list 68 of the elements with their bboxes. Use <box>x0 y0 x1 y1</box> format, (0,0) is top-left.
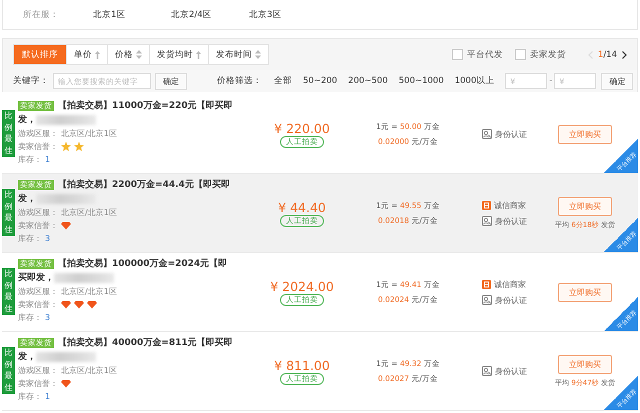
best-ratio-badge: 比例最佳 <box>2 347 15 394</box>
id-card-icon <box>482 366 492 376</box>
page-indicator: 1/14 <box>598 50 617 60</box>
id-card-icon <box>482 295 492 305</box>
server-label: 游戏区服： <box>18 207 58 219</box>
stock-value: 1 <box>45 154 50 166</box>
best-ratio-badge: 比例最佳 <box>2 189 15 236</box>
checkbox[interactable] <box>452 49 463 60</box>
price-filter-label: 价格筛选： <box>217 75 262 87</box>
blurred-text <box>36 352 96 362</box>
blurred-text <box>54 272 114 283</box>
next-page-icon[interactable] <box>622 50 627 58</box>
sort-arrows-icon <box>255 50 261 59</box>
stock-label: 库存： <box>18 233 42 245</box>
keyword-label: 关键字： <box>13 75 49 87</box>
certification-label: 身份认证 <box>495 294 527 306</box>
credit-label: 卖家信誉： <box>18 220 58 232</box>
price-range-option[interactable]: 500~1000 <box>398 76 444 86</box>
confirm-button[interactable]: 确定 <box>601 72 634 90</box>
server-value: 北京区/北京1区 <box>61 207 117 219</box>
checkbox-label: 平台代发 <box>466 48 503 60</box>
server-value: 北京区/北京1区 <box>61 128 117 140</box>
confirm-button[interactable]: 确定 <box>155 72 187 90</box>
stock-value: 1 <box>45 391 50 403</box>
server-option[interactable]: 北京3区 <box>249 8 327 20</box>
server-value: 北京区/北京1区 <box>61 365 117 377</box>
sort-arrows-icon <box>136 50 142 59</box>
stock-label: 库存： <box>18 391 42 403</box>
id-card-icon <box>482 216 492 226</box>
credit-badge-icon <box>482 280 491 288</box>
id-card-icon <box>482 129 492 139</box>
up-arrow-icon <box>196 50 201 58</box>
credit-badge-icon <box>482 200 491 210</box>
server-label: 游戏区服： <box>18 365 58 377</box>
best-ratio-badge: 比例最佳 <box>2 110 15 157</box>
location-label: 所在服： <box>23 8 60 20</box>
server-label: 游戏区服： <box>18 286 58 298</box>
credit-label: 卖家信誉： <box>18 299 58 311</box>
certification-label: 身份认证 <box>495 128 527 140</box>
stock-value: 3 <box>45 312 50 324</box>
price-range-option[interactable]: 50~200 <box>303 76 338 86</box>
stock-label: 库存： <box>18 154 42 166</box>
price: ¥ 44.40 <box>278 200 326 214</box>
price: ¥ 811.00 <box>274 358 330 372</box>
blurred-text <box>36 194 96 204</box>
price: ¥ 220.00 <box>274 120 330 136</box>
checkbox-label: 卖家发货 <box>530 48 566 60</box>
best-ratio-badge: 比例最佳 <box>2 268 15 315</box>
blurred-text <box>36 114 96 125</box>
range-separator: - <box>549 76 552 86</box>
up-arrow-icon <box>95 50 100 58</box>
credit-label: 卖家信誉： <box>18 141 58 153</box>
stock-value: 3 <box>45 233 50 245</box>
credit-label: 卖家信誉： <box>18 378 58 390</box>
certification-label: 诚信商家 <box>494 278 526 290</box>
certification-label: 身份认证 <box>495 366 527 376</box>
server-label: 游戏区服： <box>18 128 58 140</box>
server-option[interactable]: 北京2/4区 <box>171 8 249 20</box>
server-option[interactable]: 北京1区 <box>93 8 171 20</box>
price: ¥ 2024.00 <box>270 278 334 294</box>
server-value: 北京区/北京1区 <box>61 286 117 298</box>
price-range-option[interactable]: 1000以上 <box>454 75 494 87</box>
price-range-option[interactable]: 200~500 <box>348 76 388 86</box>
stock-label: 库存： <box>18 312 42 324</box>
checkbox[interactable] <box>514 49 526 60</box>
price-range-option[interactable]: 全部 <box>274 75 292 87</box>
certification-label: 诚信商家 <box>494 200 526 210</box>
certification-label: 身份认证 <box>495 216 527 226</box>
